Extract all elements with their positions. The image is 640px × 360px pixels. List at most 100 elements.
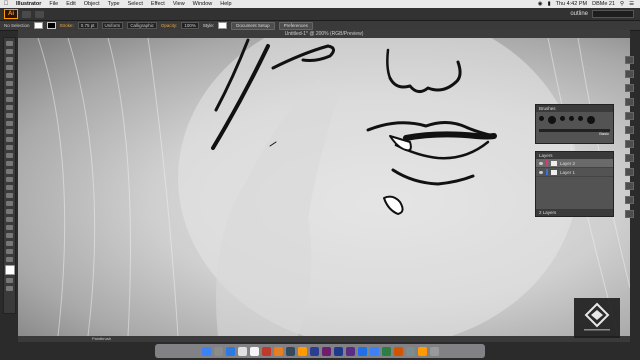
graph-tool-icon[interactable]: [6, 225, 13, 230]
dock-app-icon[interactable]: [417, 346, 427, 356]
current-tool-status[interactable]: Paintbrush: [92, 336, 111, 341]
layer-name[interactable]: Layer 2: [560, 161, 575, 166]
eraser-tool-icon[interactable]: [6, 129, 13, 134]
pencil-tool-icon[interactable]: [6, 121, 13, 126]
menu-effect[interactable]: Effect: [147, 1, 169, 7]
dock-app-icon[interactable]: [261, 346, 271, 356]
stroke-swatch[interactable]: [46, 22, 56, 29]
brush-preset[interactable]: [548, 116, 556, 124]
free-transform-tool-icon[interactable]: [6, 161, 13, 166]
dock-app-icon[interactable]: [285, 346, 295, 356]
bridge-icon[interactable]: [22, 10, 31, 18]
stroke-panel-icon[interactable]: [624, 112, 634, 120]
brush-preset[interactable]: [578, 116, 583, 121]
menu-edit[interactable]: Edit: [62, 1, 79, 7]
dock-app-icon[interactable]: [381, 346, 391, 356]
fill-swatch[interactable]: [33, 22, 43, 29]
brushes-panel-icon[interactable]: [624, 84, 634, 92]
screen-mode-icon[interactable]: [6, 286, 13, 291]
dock-app-icon[interactable]: [429, 346, 439, 356]
dock-app-icon[interactable]: [369, 346, 379, 356]
artboard-tool-icon[interactable]: [6, 233, 13, 238]
notification-center-icon[interactable]: ☰: [629, 1, 634, 7]
brush-preset[interactable]: [539, 116, 544, 121]
stroke-label[interactable]: Stroke:: [60, 23, 74, 28]
menu-file[interactable]: File: [45, 1, 62, 7]
layers-panel-title[interactable]: Layers: [536, 152, 613, 159]
slice-tool-icon[interactable]: [6, 241, 13, 246]
dock-app-icon[interactable]: [345, 346, 355, 356]
fill-stroke-icon[interactable]: [4, 265, 15, 275]
dock-app-icon[interactable]: [393, 346, 403, 356]
variable-width-profile[interactable]: Uniform: [101, 22, 124, 29]
mesh-tool-icon[interactable]: [6, 185, 13, 190]
magic-wand-tool-icon[interactable]: [6, 57, 13, 62]
menu-view[interactable]: View: [169, 1, 189, 7]
layer-row[interactable]: Layer 2: [536, 159, 613, 168]
menu-select[interactable]: Select: [124, 1, 147, 7]
color-panel-icon[interactable]: [624, 56, 634, 64]
menu-window[interactable]: Window: [189, 1, 217, 7]
workspace-switcher[interactable]: outline: [570, 11, 588, 17]
direct-selection-tool-icon[interactable]: [6, 49, 13, 54]
graphic-styles-panel-icon[interactable]: [624, 168, 634, 176]
visibility-eye-icon[interactable]: [539, 161, 543, 165]
shape-builder-tool-icon[interactable]: [6, 169, 13, 174]
dock-app-icon[interactable]: [357, 346, 367, 356]
rectangle-tool-icon[interactable]: [6, 105, 13, 110]
wifi-icon[interactable]: ◉: [538, 1, 543, 7]
visibility-eye-icon[interactable]: [539, 170, 543, 174]
paintbrush-tool-icon[interactable]: [6, 113, 13, 118]
menubar-user[interactable]: DBMe 21: [592, 1, 615, 7]
swatches-panel-icon[interactable]: [624, 70, 634, 78]
draw-mode-icon[interactable]: [6, 278, 13, 283]
graphic-style-swatch[interactable]: [218, 22, 228, 29]
line-tool-icon[interactable]: [6, 97, 13, 102]
rotate-tool-icon[interactable]: [6, 137, 13, 142]
dock-app-icon[interactable]: [213, 346, 223, 356]
arrange-documents-icon[interactable]: [35, 10, 44, 18]
opacity-field[interactable]: 100%: [181, 22, 199, 29]
pen-tool-icon[interactable]: [6, 73, 13, 78]
dock-app-icon[interactable]: [405, 346, 415, 356]
properties-panel-icon[interactable]: [624, 210, 634, 218]
eyedropper-tool-icon[interactable]: [6, 201, 13, 206]
gradient-panel-icon[interactable]: [624, 126, 634, 134]
type-tool-icon[interactable]: [6, 89, 13, 94]
stroke-weight-field[interactable]: 0.75 pt: [77, 22, 98, 29]
dock-app-icon[interactable]: [297, 346, 307, 356]
brush-preset[interactable]: [569, 116, 574, 121]
symbol-sprayer-tool-icon[interactable]: [6, 217, 13, 222]
layer-name[interactable]: Layer 1: [560, 170, 575, 175]
layers-panel-icon[interactable]: [624, 182, 634, 190]
selection-tool-icon[interactable]: [6, 41, 13, 46]
battery-icon[interactable]: ▮: [548, 1, 551, 7]
preferences-button[interactable]: Preferences: [278, 21, 313, 30]
transparency-panel-icon[interactable]: [624, 140, 634, 148]
brush-definition[interactable]: Calligraphic: [127, 22, 157, 29]
dock-app-icon[interactable]: [249, 346, 259, 356]
lasso-tool-icon[interactable]: [6, 65, 13, 70]
dock-app-icon[interactable]: [201, 346, 211, 356]
curvature-tool-icon[interactable]: [6, 81, 13, 86]
symbols-panel-icon[interactable]: [624, 98, 634, 106]
apple-menu-icon[interactable]: : [0, 1, 12, 7]
dock-app-icon[interactable]: [237, 346, 247, 356]
layer-row[interactable]: Layer 1: [536, 168, 613, 177]
opacity-label[interactable]: Opacity:: [161, 23, 178, 28]
menu-app-illustrator[interactable]: Illustrator: [12, 1, 45, 7]
menu-type[interactable]: Type: [104, 1, 124, 7]
spotlight-icon[interactable]: ⚲: [620, 1, 624, 7]
stock-search-input[interactable]: [592, 10, 634, 18]
width-tool-icon[interactable]: [6, 153, 13, 158]
blend-tool-icon[interactable]: [6, 209, 13, 214]
dock-app-icon[interactable]: [321, 346, 331, 356]
brushes-panel-title[interactable]: Brushes: [536, 105, 613, 112]
dock-app-icon[interactable]: [225, 346, 235, 356]
menubar-clock[interactable]: Thu 4:42 PM: [556, 1, 588, 7]
brush-preset[interactable]: [587, 116, 595, 124]
gradient-tool-icon[interactable]: [6, 193, 13, 198]
document-setup-button[interactable]: Document Setup: [231, 21, 275, 30]
brush-preset[interactable]: [560, 116, 565, 121]
document-tab[interactable]: Untitled-1* @ 200% (RGB/Preview): [18, 30, 630, 38]
